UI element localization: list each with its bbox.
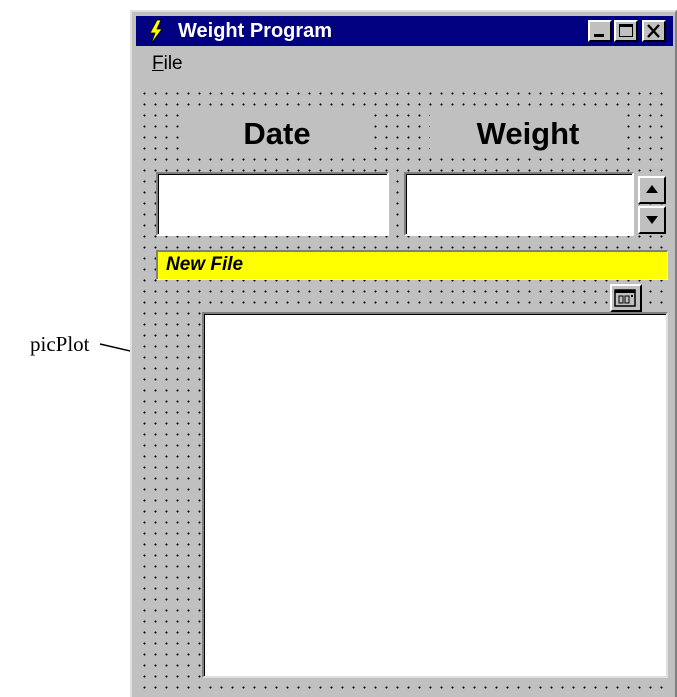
title-bar[interactable]: Weight Program	[136, 16, 673, 46]
minimize-button[interactable]	[588, 20, 612, 42]
date-input[interactable]	[156, 172, 389, 236]
menu-file[interactable]: File	[152, 48, 183, 80]
menu-bar: File	[136, 48, 671, 80]
menu-file-label: ile	[163, 53, 183, 74]
callout-label-picplot: picPlot	[30, 332, 90, 356]
timer-control[interactable]	[610, 284, 642, 312]
close-button[interactable]	[642, 20, 666, 42]
form-design-area: Date Weight New File	[136, 84, 671, 697]
arrow-up-icon	[646, 185, 658, 193]
spin-up-button[interactable]	[638, 176, 666, 204]
weight-label: Weight	[430, 112, 626, 158]
minimize-icon	[594, 34, 604, 37]
arrow-down-icon	[646, 216, 658, 224]
menu-file-mnemonic: F	[152, 53, 164, 74]
close-icon	[647, 24, 660, 38]
app-window: Weight Program File Date Weight New File	[130, 10, 677, 697]
maximize-icon	[619, 24, 633, 37]
date-label: Date	[184, 112, 370, 158]
lightning-app-icon	[149, 19, 163, 45]
maximize-button[interactable]	[614, 20, 638, 42]
picplot-picturebox[interactable]	[202, 312, 668, 678]
window-title: Weight Program	[178, 20, 333, 42]
timer-icon	[614, 289, 636, 307]
status-label: New File	[156, 250, 668, 280]
spin-down-button[interactable]	[638, 206, 666, 234]
weight-input[interactable]	[404, 172, 634, 236]
